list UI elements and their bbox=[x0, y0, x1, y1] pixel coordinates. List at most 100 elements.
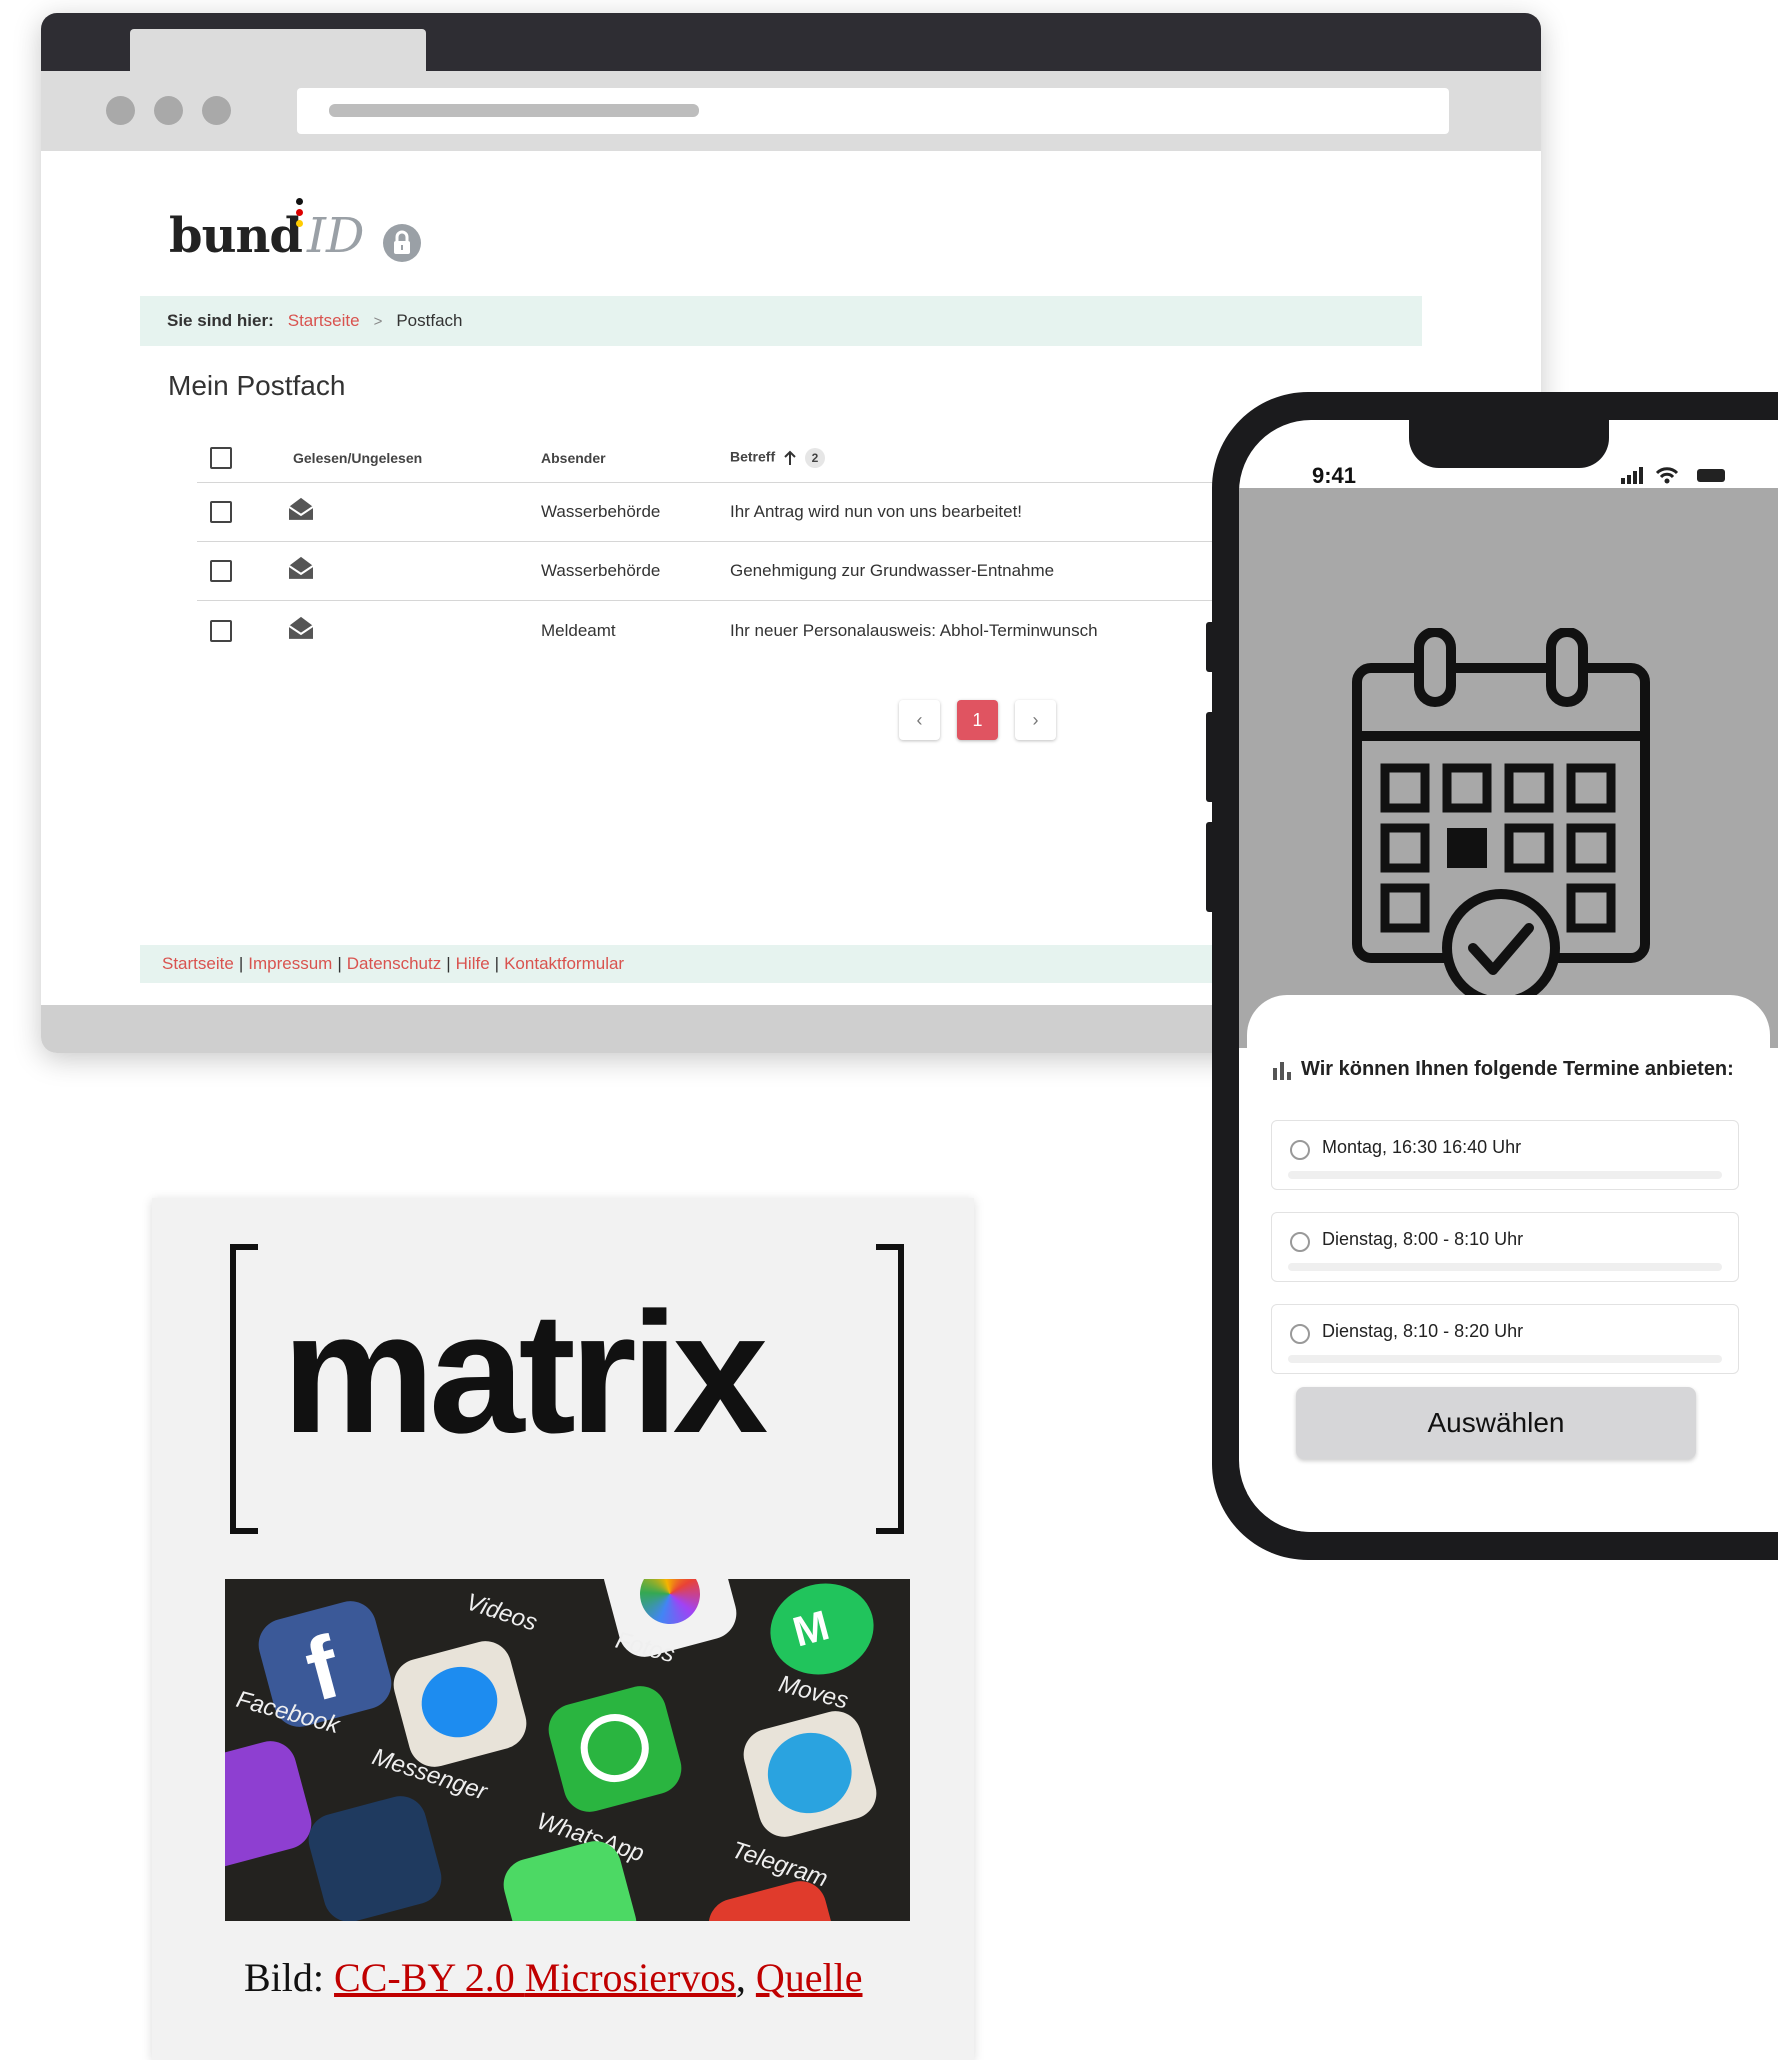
header-read-status[interactable]: Gelesen/Ungelesen bbox=[293, 450, 422, 466]
matrix-bracket-left bbox=[230, 1244, 258, 1534]
poll-option-radio[interactable] bbox=[1290, 1232, 1310, 1252]
row-checkbox[interactable] bbox=[210, 560, 232, 582]
footer-link-impressum[interactable]: Impressum bbox=[248, 954, 332, 974]
next-page-button[interactable]: › bbox=[1015, 700, 1056, 740]
window-minimize-dot[interactable] bbox=[154, 96, 183, 125]
footer-links: Startseite | Impressum | Datenschutz | H… bbox=[140, 945, 1290, 983]
poll-option[interactable]: Montag, 16:30 16:40 Uhr bbox=[1271, 1120, 1739, 1190]
footer-link-kontaktformular[interactable]: Kontaktformular bbox=[504, 954, 624, 974]
phone-screen: 9:41 Wir können Ihnen folgende Termine a… bbox=[1239, 420, 1778, 1532]
envelope-open-icon bbox=[288, 616, 314, 639]
matrix-card: matrix f Facebook Messenger Videos Fotos… bbox=[152, 1198, 974, 2060]
telegram-icon bbox=[737, 1705, 883, 1843]
app-label-moves: Moves bbox=[775, 1670, 852, 1715]
browser-title-bar bbox=[41, 13, 1541, 71]
inbox-table: Gelesen/Ungelesen Absender Betreff 2 Was… bbox=[197, 433, 1257, 660]
app-label-videos: Videos bbox=[462, 1588, 541, 1637]
messenger-icon bbox=[387, 1635, 533, 1773]
address-placeholder-line bbox=[329, 104, 699, 117]
breadcrumb-home-link[interactable]: Startseite bbox=[288, 311, 360, 331]
pagination: ‹ 1 › bbox=[899, 700, 1056, 740]
row-sender: Meldeamt bbox=[541, 620, 616, 640]
matrix-logo-text: matrix bbox=[282, 1277, 768, 1469]
breadcrumb-current: Postfach bbox=[396, 311, 463, 330]
footer-separator: | bbox=[446, 954, 451, 973]
table-row[interactable]: Wasserbehörde Ihr Antrag wird nun von un… bbox=[197, 483, 1257, 542]
poll-option-label: Dienstag, 8:00 - 8:10 Uhr bbox=[1322, 1229, 1524, 1249]
poll-chart-icon bbox=[1273, 1061, 1291, 1080]
row-checkbox[interactable] bbox=[210, 619, 232, 642]
select-all-checkbox[interactable] bbox=[210, 446, 232, 469]
breadcrumb-prefix: Sie sind hier: bbox=[167, 311, 274, 330]
row-checkbox[interactable] bbox=[210, 501, 232, 523]
logo-suffix: ID bbox=[307, 208, 365, 264]
footer-link-hilfe[interactable]: Hilfe bbox=[456, 954, 490, 974]
poll-question: Wir können Ihnen folgende Termine anbiet… bbox=[1301, 1058, 1734, 1080]
footer-link-datenschutz[interactable]: Datenschutz bbox=[347, 954, 442, 974]
messenger-apps-photo: f Facebook Messenger Videos Fotos WhatsA… bbox=[225, 1579, 910, 1921]
status-icons bbox=[1621, 467, 1725, 484]
breadcrumb-separator: > bbox=[373, 312, 383, 330]
select-button[interactable]: Auswählen bbox=[1296, 1387, 1696, 1459]
row-sender: Wasserbehörde bbox=[541, 561, 661, 580]
poll-option[interactable]: Dienstag, 8:10 - 8:20 Uhr bbox=[1271, 1304, 1739, 1374]
browser-tab[interactable] bbox=[130, 29, 426, 71]
row-subject: Genehmigung zur Grundwasser-Entnahme bbox=[730, 561, 1055, 580]
phone-mute-switch bbox=[1206, 622, 1214, 672]
calendar-check-icon bbox=[1352, 628, 1650, 1007]
envelope-open-icon bbox=[288, 556, 314, 579]
matrix-logo: matrix bbox=[230, 1244, 904, 1534]
poll-option-radio[interactable] bbox=[1290, 1140, 1310, 1160]
window-close-dot[interactable] bbox=[106, 96, 135, 125]
row-sender: Wasserbehörde bbox=[541, 502, 661, 521]
battery-icon bbox=[1697, 469, 1725, 482]
viber-icon bbox=[225, 1735, 318, 1873]
footer-separator: | bbox=[337, 954, 342, 973]
header-sender[interactable]: Absender bbox=[541, 450, 606, 466]
page-1-button[interactable]: 1 bbox=[957, 700, 998, 740]
poll-option[interactable]: Dienstag, 8:00 - 8:10 Uhr bbox=[1271, 1212, 1739, 1282]
lock-icon bbox=[383, 224, 421, 262]
sort-order-badge: 2 bbox=[804, 447, 825, 468]
phone-mockup: 9:41 Wir können Ihnen folgende Termine a… bbox=[1206, 392, 1778, 1560]
table-header: Gelesen/Ungelesen Absender Betreff 2 bbox=[197, 433, 1257, 483]
footer-separator: | bbox=[494, 954, 500, 973]
poll-option-radio[interactable] bbox=[1290, 1324, 1310, 1344]
breadcrumb: Sie sind hier: Startseite > Postfach bbox=[140, 296, 1422, 346]
phone-volume-down-button bbox=[1206, 822, 1214, 912]
phone-notch bbox=[1409, 420, 1609, 468]
envelope-open-icon bbox=[288, 497, 314, 520]
plane-app-icon bbox=[302, 1790, 448, 1921]
logo-word: bund bbox=[169, 208, 303, 264]
moves-icon: M bbox=[760, 1579, 884, 1686]
caption-separator: , bbox=[735, 1955, 756, 2000]
caption-prefix: Bild: bbox=[244, 1955, 335, 2000]
bundid-logo[interactable]: bund ID bbox=[169, 188, 429, 268]
poll-option-label: Montag, 16:30 16:40 Uhr bbox=[1322, 1137, 1522, 1157]
poll-title: Wir können Ihnen folgende Termine anbiet… bbox=[1265, 1053, 1735, 1085]
wifi-icon bbox=[1655, 467, 1679, 479]
window-maximize-dot[interactable] bbox=[202, 96, 231, 125]
previous-page-button[interactable]: ‹ bbox=[899, 700, 940, 740]
table-row[interactable]: Meldeamt Ihr neuer Personalausweis: Abho… bbox=[197, 601, 1257, 660]
page-title: Mein Postfach bbox=[168, 370, 346, 401]
table-row[interactable]: Wasserbehörde Genehmigung zur Grundwasse… bbox=[197, 542, 1257, 601]
image-caption: Bild: CC-BY 2.0 Microsiervos, Quelle bbox=[244, 1954, 863, 2001]
matrix-bracket-right bbox=[876, 1244, 904, 1534]
signal-icon bbox=[1621, 467, 1643, 484]
poll-option-label: Dienstag, 8:10 - 8:20 Uhr bbox=[1322, 1321, 1524, 1341]
address-bar[interactable] bbox=[297, 88, 1449, 134]
phone-volume-up-button bbox=[1206, 712, 1214, 802]
header-subject-sort[interactable]: Betreff 2 bbox=[730, 447, 825, 468]
row-subject: Ihr Antrag wird nun von uns bearbeitet! bbox=[730, 502, 1023, 521]
footer-link-startseite[interactable]: Startseite bbox=[162, 954, 234, 974]
poll-option-progress bbox=[1288, 1263, 1722, 1271]
caption-source-link[interactable]: Quelle bbox=[756, 1955, 863, 2000]
header-subject: Betreff bbox=[730, 448, 776, 465]
image-area bbox=[1239, 488, 1778, 1048]
whatsapp-icon bbox=[542, 1680, 688, 1818]
row-subject: Ihr neuer Personalausweis: Abhol-Terminw… bbox=[730, 620, 1098, 640]
caption-author-link[interactable]: Microsiervos bbox=[525, 1955, 736, 2000]
poll-option-progress bbox=[1288, 1355, 1722, 1363]
caption-license-link[interactable]: CC-BY 2.0 bbox=[334, 1955, 525, 2000]
